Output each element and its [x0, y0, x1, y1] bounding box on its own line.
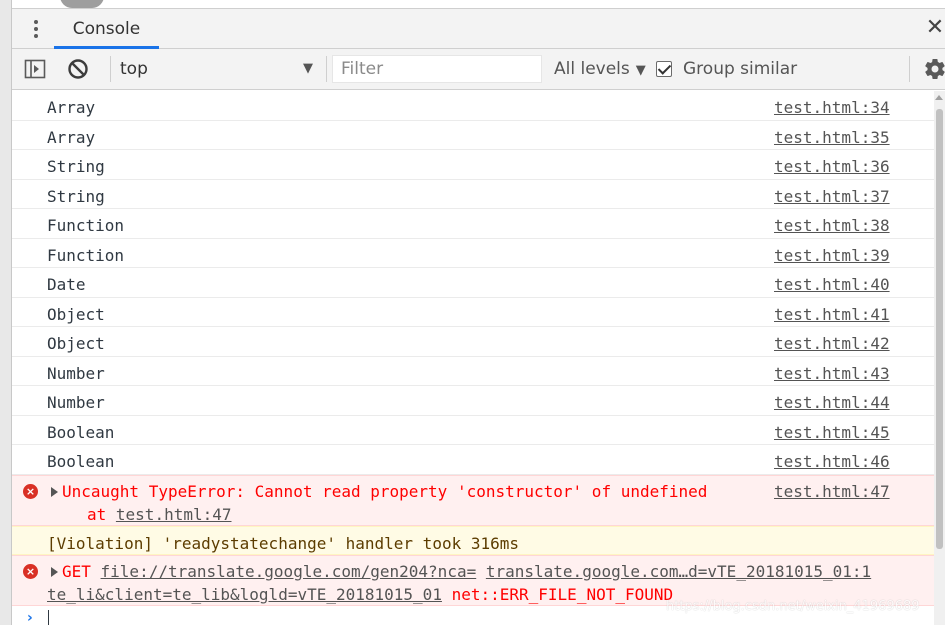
error-message: × Uncaught TypeError: Cannot read proper… [12, 474, 934, 526]
initiator-link[interactable]: translate.google.com…d=vTE_20181015_01:1 [486, 562, 871, 581]
log-message: Date test.html:40 [12, 268, 934, 298]
log-message: Number test.html:44 [12, 386, 934, 416]
network-error-line-2: te_li&client=te_lib&logld=vTE_20181015_0… [47, 585, 673, 604]
watermark: https://blog.csdn.net/weixin_41969689 [666, 599, 920, 614]
left-panel-edge [0, 0, 12, 625]
network-error-message: × GET file://translate.google.com/gen204… [12, 554, 934, 606]
log-levels-label: All levels [554, 59, 630, 79]
group-similar-toggle[interactable]: Group similar [656, 55, 797, 83]
log-message: String test.html:36 [12, 150, 934, 180]
gear-icon[interactable] [923, 57, 945, 81]
vertical-scrollbar[interactable] [934, 91, 945, 625]
request-url-continued-link[interactable]: te_li&client=te_lib&logld=vTE_20181015_0… [47, 585, 442, 604]
text-cursor [48, 609, 49, 625]
clear-console-icon[interactable] [67, 58, 89, 80]
log-levels-dropdown[interactable]: All levels ▼ [554, 55, 646, 83]
error-circle-icon: × [23, 563, 38, 579]
dropdown-arrow-icon: ▼ [303, 61, 313, 76]
context-value: top [120, 59, 148, 79]
request-method: GET [62, 561, 101, 581]
toolbar-divider [909, 56, 910, 82]
stack-at-prefix: at [87, 504, 116, 524]
scroll-up-arrow-icon[interactable] [935, 95, 943, 100]
filter-input[interactable] [332, 55, 542, 83]
toolbar-divider [110, 56, 111, 82]
top-scroll-thumb[interactable] [60, 0, 104, 8]
log-message: Object test.html:41 [12, 298, 934, 327]
violation-message: [Violation] 'readystatechange' handler t… [12, 525, 934, 555]
tab-console-label: Console [72, 18, 141, 39]
network-error-line: GET file://translate.google.com/gen204?n… [62, 562, 871, 581]
dropdown-arrow-icon: ▼ [635, 63, 646, 78]
error-circle-icon: × [23, 483, 38, 499]
log-message: Array test.html:34 [12, 91, 934, 121]
group-similar-checkbox[interactable] [656, 61, 672, 77]
console-messages: Array test.html:34 Array test.html:35 Stri… [12, 91, 934, 625]
line-space [476, 562, 486, 581]
drawer-tabbar: Console ✕ [12, 8, 945, 49]
source-link[interactable]: test.html:47 [774, 482, 890, 501]
toolbar-divider [326, 56, 327, 82]
network-error-code: net::ERR_FILE_NOT_FOUND [441, 584, 674, 604]
error-text: Uncaught TypeError: Cannot read property… [62, 481, 708, 501]
prompt-chevron-icon: › [27, 609, 33, 625]
log-message: String test.html:37 [12, 180, 934, 209]
request-url-link[interactable]: file://translate.google.com/gen204?nca= [101, 562, 477, 581]
stack-link[interactable]: test.html:47 [116, 505, 232, 524]
kebab-menu-icon[interactable] [28, 18, 44, 40]
log-message: Function test.html:38 [12, 209, 934, 239]
log-message: Object test.html:42 [12, 327, 934, 357]
expand-triangle-icon[interactable] [51, 566, 58, 577]
console-toolbar: top ▼ All levels ▼ Group similar [12, 49, 945, 90]
tab-console[interactable]: Console [54, 9, 159, 49]
expand-triangle-icon[interactable] [51, 486, 58, 497]
log-message: Boolean test.html:45 [12, 416, 934, 445]
log-message: Boolean test.html:46 [12, 445, 934, 475]
close-icon[interactable]: ✕ [925, 16, 945, 40]
group-similar-label: Group similar [683, 59, 798, 79]
log-message: Function test.html:39 [12, 239, 934, 268]
error-stack-line: at test.html:47 [87, 504, 232, 524]
context-selector[interactable]: top ▼ [116, 55, 321, 83]
scrollbar-thumb[interactable] [936, 109, 943, 549]
sidebar-toggle-icon[interactable] [24, 58, 46, 80]
log-message: Number test.html:43 [12, 357, 934, 386]
log-message: Array test.html:35 [12, 121, 934, 150]
